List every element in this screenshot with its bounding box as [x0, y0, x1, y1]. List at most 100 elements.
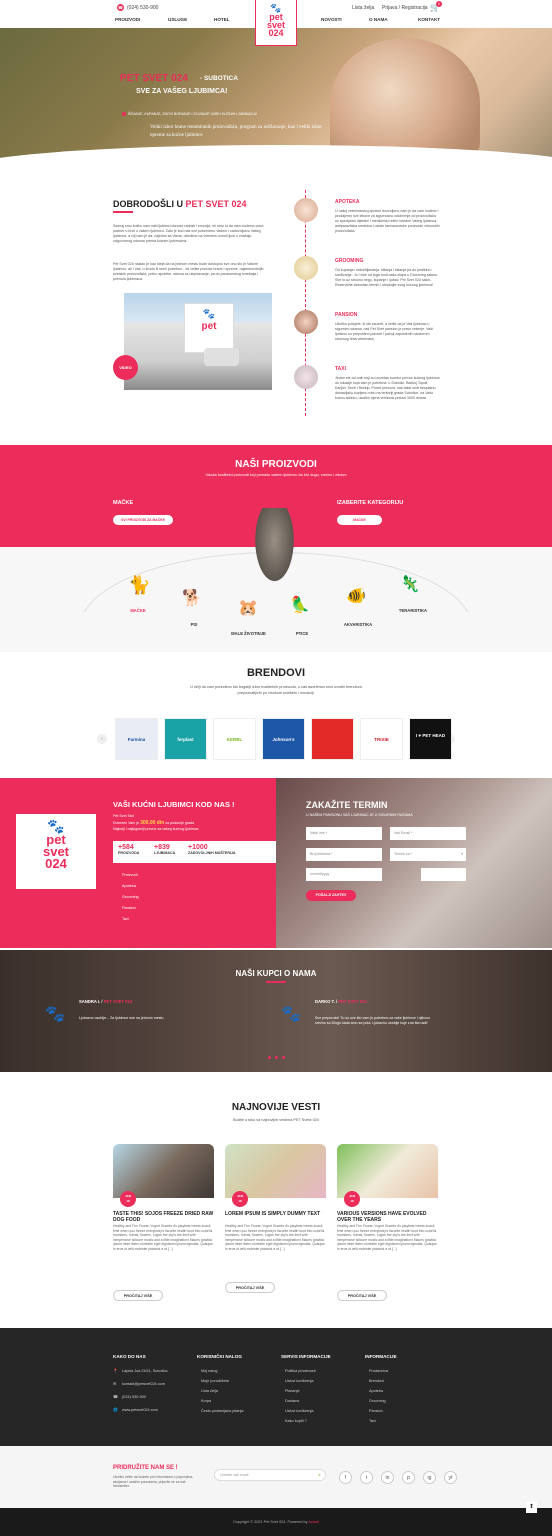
date-input[interactable]: mm/dd/yyyy: [306, 868, 382, 881]
read-more-button-1[interactable]: PROČITAJ VIŠE: [113, 1290, 163, 1301]
footer-link[interactable]: Brendovi: [369, 1379, 384, 1383]
nav-novosti[interactable]: NOVOSTI: [321, 17, 342, 22]
brand-pethead[interactable]: I ♥ PET HEAD: [409, 718, 452, 760]
twitter-icon[interactable]: t: [360, 1471, 373, 1484]
appointment-subtitle: U NAŠEM PANSIONU VAŠ LJUBIMAC JE U SIGUR…: [306, 813, 413, 817]
category-teraristika[interactable]: TERARISTIKA: [393, 608, 433, 613]
pinterest-icon[interactable]: p: [402, 1471, 415, 1484]
news-image-2[interactable]: [225, 1144, 326, 1198]
footer-email[interactable]: kontakt@petsvet024.com: [122, 1382, 165, 1386]
category-akvaristika[interactable]: AKVARISTIKA: [338, 622, 378, 627]
bird-icon[interactable]: 🦜: [290, 595, 310, 615]
mail-icon: ✉: [113, 1382, 117, 1386]
footer-link[interactable]: Taxi: [369, 1419, 376, 1423]
brands-prev-arrow[interactable]: ‹: [97, 734, 107, 744]
brand-ferplast[interactable]: ferplast: [164, 718, 207, 760]
category-male-zivotinje[interactable]: MALE ŽIVOTINJE: [226, 631, 271, 636]
footer-link[interactable]: Kako kupiti ?: [285, 1419, 307, 1423]
brand-kerbl[interactable]: KERBL: [213, 718, 256, 760]
reptile-icon[interactable]: 🦎: [400, 574, 420, 594]
read-more-button-2[interactable]: PROČITAJ VIŠE: [225, 1282, 275, 1293]
news-item-title-1[interactable]: TASTE THIS! SOJOS FREEZE DRIED RAW DOG F…: [113, 1211, 214, 1223]
linkedin-icon[interactable]: in: [381, 1471, 394, 1484]
login-link[interactable]: Prijava / Registracija: [382, 5, 428, 11]
pets-list-item[interactable]: Apoteka: [122, 884, 136, 888]
fish-icon[interactable]: 🐠: [346, 586, 366, 606]
nav-hotel[interactable]: HOTEL: [214, 17, 230, 22]
dog-icon[interactable]: 🐕: [182, 588, 202, 608]
footer-phone[interactable]: (024) 530-900: [122, 1395, 146, 1399]
footer-link[interactable]: Grooming: [369, 1399, 386, 1403]
testimonial-author: DARKO T. / PET SVET 024: [315, 999, 367, 1004]
footer-link[interactable]: Uslovi korišćenja: [285, 1409, 314, 1413]
service-text-pansion: Ukoliko putujete, ili ste zauzeti, a žel…: [335, 322, 433, 341]
send-icon[interactable]: ➤: [318, 1470, 325, 1481]
hamster-icon[interactable]: 🐹: [238, 598, 258, 618]
brand-red[interactable]: [311, 718, 354, 760]
category-macke[interactable]: MAČKE: [118, 608, 158, 613]
footer-link[interactable]: Dostava: [285, 1399, 299, 1403]
footer-link[interactable]: Moj nalog: [201, 1369, 217, 1373]
footer-link[interactable]: Pansion: [369, 1409, 383, 1413]
footer-link[interactable]: Uslovi korišćenja: [285, 1379, 314, 1383]
category-ptice[interactable]: PTICE: [282, 631, 322, 636]
footer-link[interactable]: Apoteka: [369, 1389, 383, 1393]
testimonials-section: NAŠI KUPCI O NAMA SANDRA I. / PET SVET 0…: [0, 950, 552, 1072]
nav-proizvodi[interactable]: PROIZVODI: [115, 17, 140, 22]
pets-list-item[interactable]: Pansion: [122, 906, 136, 910]
footer-link[interactable]: Moje porudžbine: [201, 1379, 229, 1383]
news-item-title-2[interactable]: LOREM IPSUM IS SIMPLY DUMMY TEXT: [225, 1211, 326, 1217]
brand-farmina[interactable]: Farmina: [115, 718, 158, 760]
news-image-3[interactable]: [337, 1144, 438, 1198]
back-to-top-button[interactable]: ⬆: [526, 1502, 537, 1513]
pets-line3: Najbolji i najsigurniji prevoz za vašeg …: [113, 827, 199, 831]
footer-link[interactable]: Često postavljana pitanja: [201, 1409, 243, 1413]
footer-link[interactable]: Lista želja: [201, 1389, 218, 1393]
pets-list-item[interactable]: Taxi: [122, 917, 129, 921]
service-select[interactable]: Termin za * ▾: [390, 848, 466, 861]
footer-link[interactable]: Prodavnica: [369, 1369, 388, 1373]
facebook-icon[interactable]: f: [339, 1471, 352, 1484]
nav-usluge[interactable]: USLUGE: [168, 17, 187, 22]
pets-line1: Pet Svet Taxi: [113, 814, 134, 818]
hero-brand: PET SVET 024: [120, 73, 188, 84]
phone-input[interactable]: Broj telefona *: [306, 848, 382, 861]
cat-icon[interactable]: 🐈: [128, 575, 150, 596]
instagram-icon[interactable]: ig: [423, 1471, 436, 1484]
footer-col-title: KAKO DO NAS: [113, 1354, 146, 1359]
youtube-icon[interactable]: yt: [444, 1471, 457, 1484]
left-category-label: MAČKE: [113, 500, 134, 506]
slider-dot[interactable]: [282, 1056, 285, 1059]
all-cat-products-button[interactable]: SVI PROIZVODI ZA MAČKE: [113, 515, 173, 525]
slider-dot[interactable]: [268, 1056, 271, 1059]
news-item-title-3[interactable]: VARIOUS VERSIONS HAVE EVOLVED OVER THE Y…: [337, 1211, 438, 1223]
top-phone[interactable]: (024) 530-900: [127, 5, 158, 11]
pets-list-item[interactable]: Proizvodi: [122, 873, 138, 877]
slider-dot[interactable]: [275, 1056, 278, 1059]
news-subtitle: Budite u toku sa najnovijim vestima PET …: [233, 1118, 319, 1122]
footer-link[interactable]: Politika privatnosti: [285, 1369, 316, 1373]
news-image-1[interactable]: [113, 1144, 214, 1198]
newsletter-email-input[interactable]: Unesite vaš email ➤: [214, 1469, 326, 1481]
footer-link[interactable]: Korpa: [201, 1399, 211, 1403]
footer-link[interactable]: Plaćanje: [285, 1389, 300, 1393]
footer-website[interactable]: www.petsvet024.com: [122, 1408, 158, 1412]
email-input[interactable]: Vaš Email *: [390, 827, 466, 840]
site-logo[interactable]: 🐾 pet svet 024: [255, 0, 297, 46]
video-button[interactable]: VIDEO: [113, 355, 138, 380]
category-select-button[interactable]: MAČKE: [337, 515, 382, 525]
taxi-image: [294, 365, 318, 389]
category-psi[interactable]: PSI: [174, 622, 214, 627]
footer-address: Lajoša Joa 24/11, Subotica: [122, 1369, 168, 1373]
read-more-button-3[interactable]: PROČITAJ VIŠE: [337, 1290, 387, 1301]
footer-col-title: SERVIS INFORMACIJE: [281, 1354, 331, 1359]
wishlist-link[interactable]: Lista želja: [352, 5, 374, 11]
submit-button[interactable]: POŠALJI ZAHTEV: [306, 890, 356, 901]
nav-kontakt[interactable]: KONTAKT: [418, 17, 440, 22]
time-input[interactable]: [421, 868, 466, 881]
name-input[interactable]: Vaše ime *: [306, 827, 382, 840]
nav-o-nama[interactable]: O NAMA: [369, 17, 388, 22]
pets-list-item[interactable]: Grooming: [122, 895, 139, 899]
brand-trixie[interactable]: TRIXIE: [360, 718, 403, 760]
brand-johnsons[interactable]: Johnson's: [262, 718, 305, 760]
